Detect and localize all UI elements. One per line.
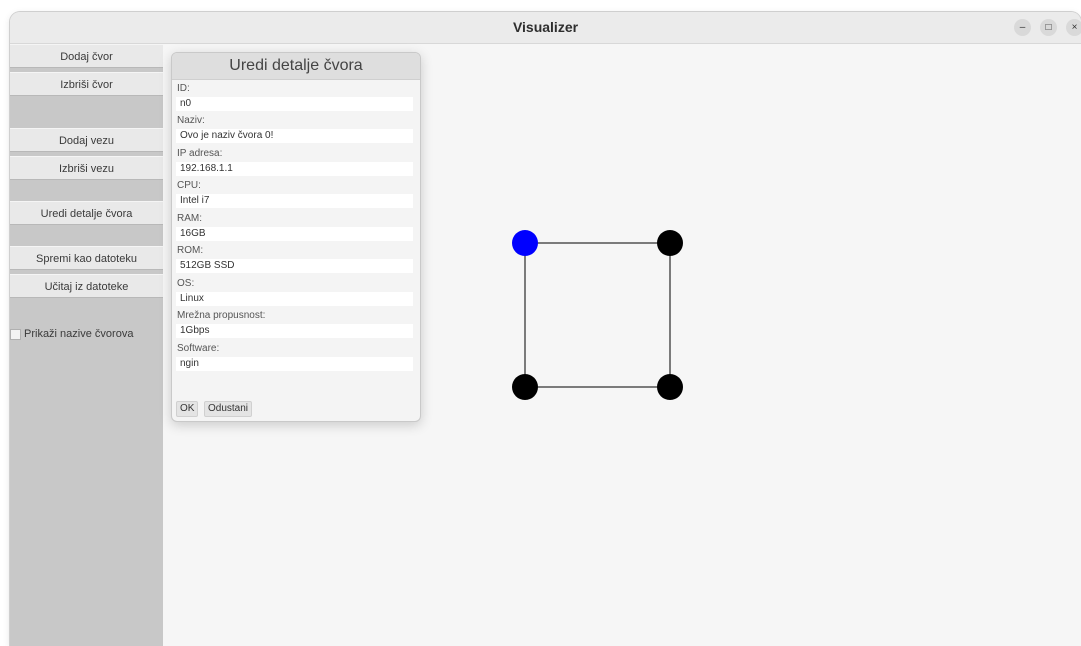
id-field[interactable] (176, 97, 413, 111)
os-label: OS: (177, 278, 195, 289)
show-node-names-checkbox[interactable] (10, 328, 21, 340)
close-icon[interactable]: × (1066, 19, 1081, 36)
show-node-names-toggle[interactable]: Prikaži nazive čvorova (10, 325, 133, 343)
window-title: Visualizer (512, 19, 579, 35)
add-node-button[interactable]: Dodaj čvor (10, 44, 163, 68)
minimize-icon[interactable]: – (1014, 19, 1031, 36)
edit-node-details-button[interactable]: Uredi detalje čvora (10, 201, 163, 225)
os-field[interactable] (176, 292, 413, 306)
id-label: ID: (177, 83, 190, 94)
bandwidth-label: Mrežna propusnost: (177, 310, 266, 321)
maximize-icon[interactable]: □ (1040, 19, 1057, 36)
graph-node[interactable] (657, 374, 683, 400)
add-edge-button[interactable]: Dodaj vezu (10, 128, 163, 152)
title-bar[interactable]: Visualizer – □ × (10, 12, 1081, 44)
software-label: Software: (177, 343, 220, 354)
rom-field[interactable] (176, 259, 413, 273)
cancel-button[interactable]: Odustani (204, 401, 253, 417)
bandwidth-field[interactable] (176, 324, 413, 338)
ram-field[interactable] (176, 227, 413, 241)
app-window: Visualizer – □ × Dodaj čvor Izbriši čvor… (10, 12, 1081, 646)
ip-address-field[interactable] (176, 162, 413, 176)
show-node-names-label: Prikaži nazive čvorova (24, 328, 134, 340)
delete-node-button[interactable]: Izbriši čvor (10, 72, 163, 96)
edit-node-dialog: Uredi detalje čvora ID: Naziv: IP adresa… (171, 52, 421, 422)
cpu-field[interactable] (176, 194, 413, 208)
sidebar: Dodaj čvor Izbriši čvor Dodaj vezu Izbri… (10, 44, 163, 646)
graph-node[interactable] (657, 230, 683, 256)
load-from-file-button[interactable]: Učitaj iz datoteke (10, 274, 163, 298)
rom-label: ROM: (177, 245, 204, 256)
graph-node[interactable] (512, 374, 538, 400)
delete-edge-button[interactable]: Izbriši vezu (10, 156, 163, 180)
ip-address-label: IP adresa: (177, 148, 223, 159)
name-label: Naziv: (177, 115, 205, 126)
ok-button[interactable]: OK (176, 401, 199, 417)
ram-label: RAM: (177, 213, 202, 224)
save-to-file-button[interactable]: Spremi kao datoteku (10, 246, 163, 270)
graph-node-selected[interactable] (512, 230, 538, 256)
dialog-title: Uredi detalje čvora (172, 53, 420, 80)
name-field[interactable] (176, 129, 413, 143)
cpu-label: CPU: (177, 180, 201, 191)
software-field[interactable] (176, 357, 413, 371)
